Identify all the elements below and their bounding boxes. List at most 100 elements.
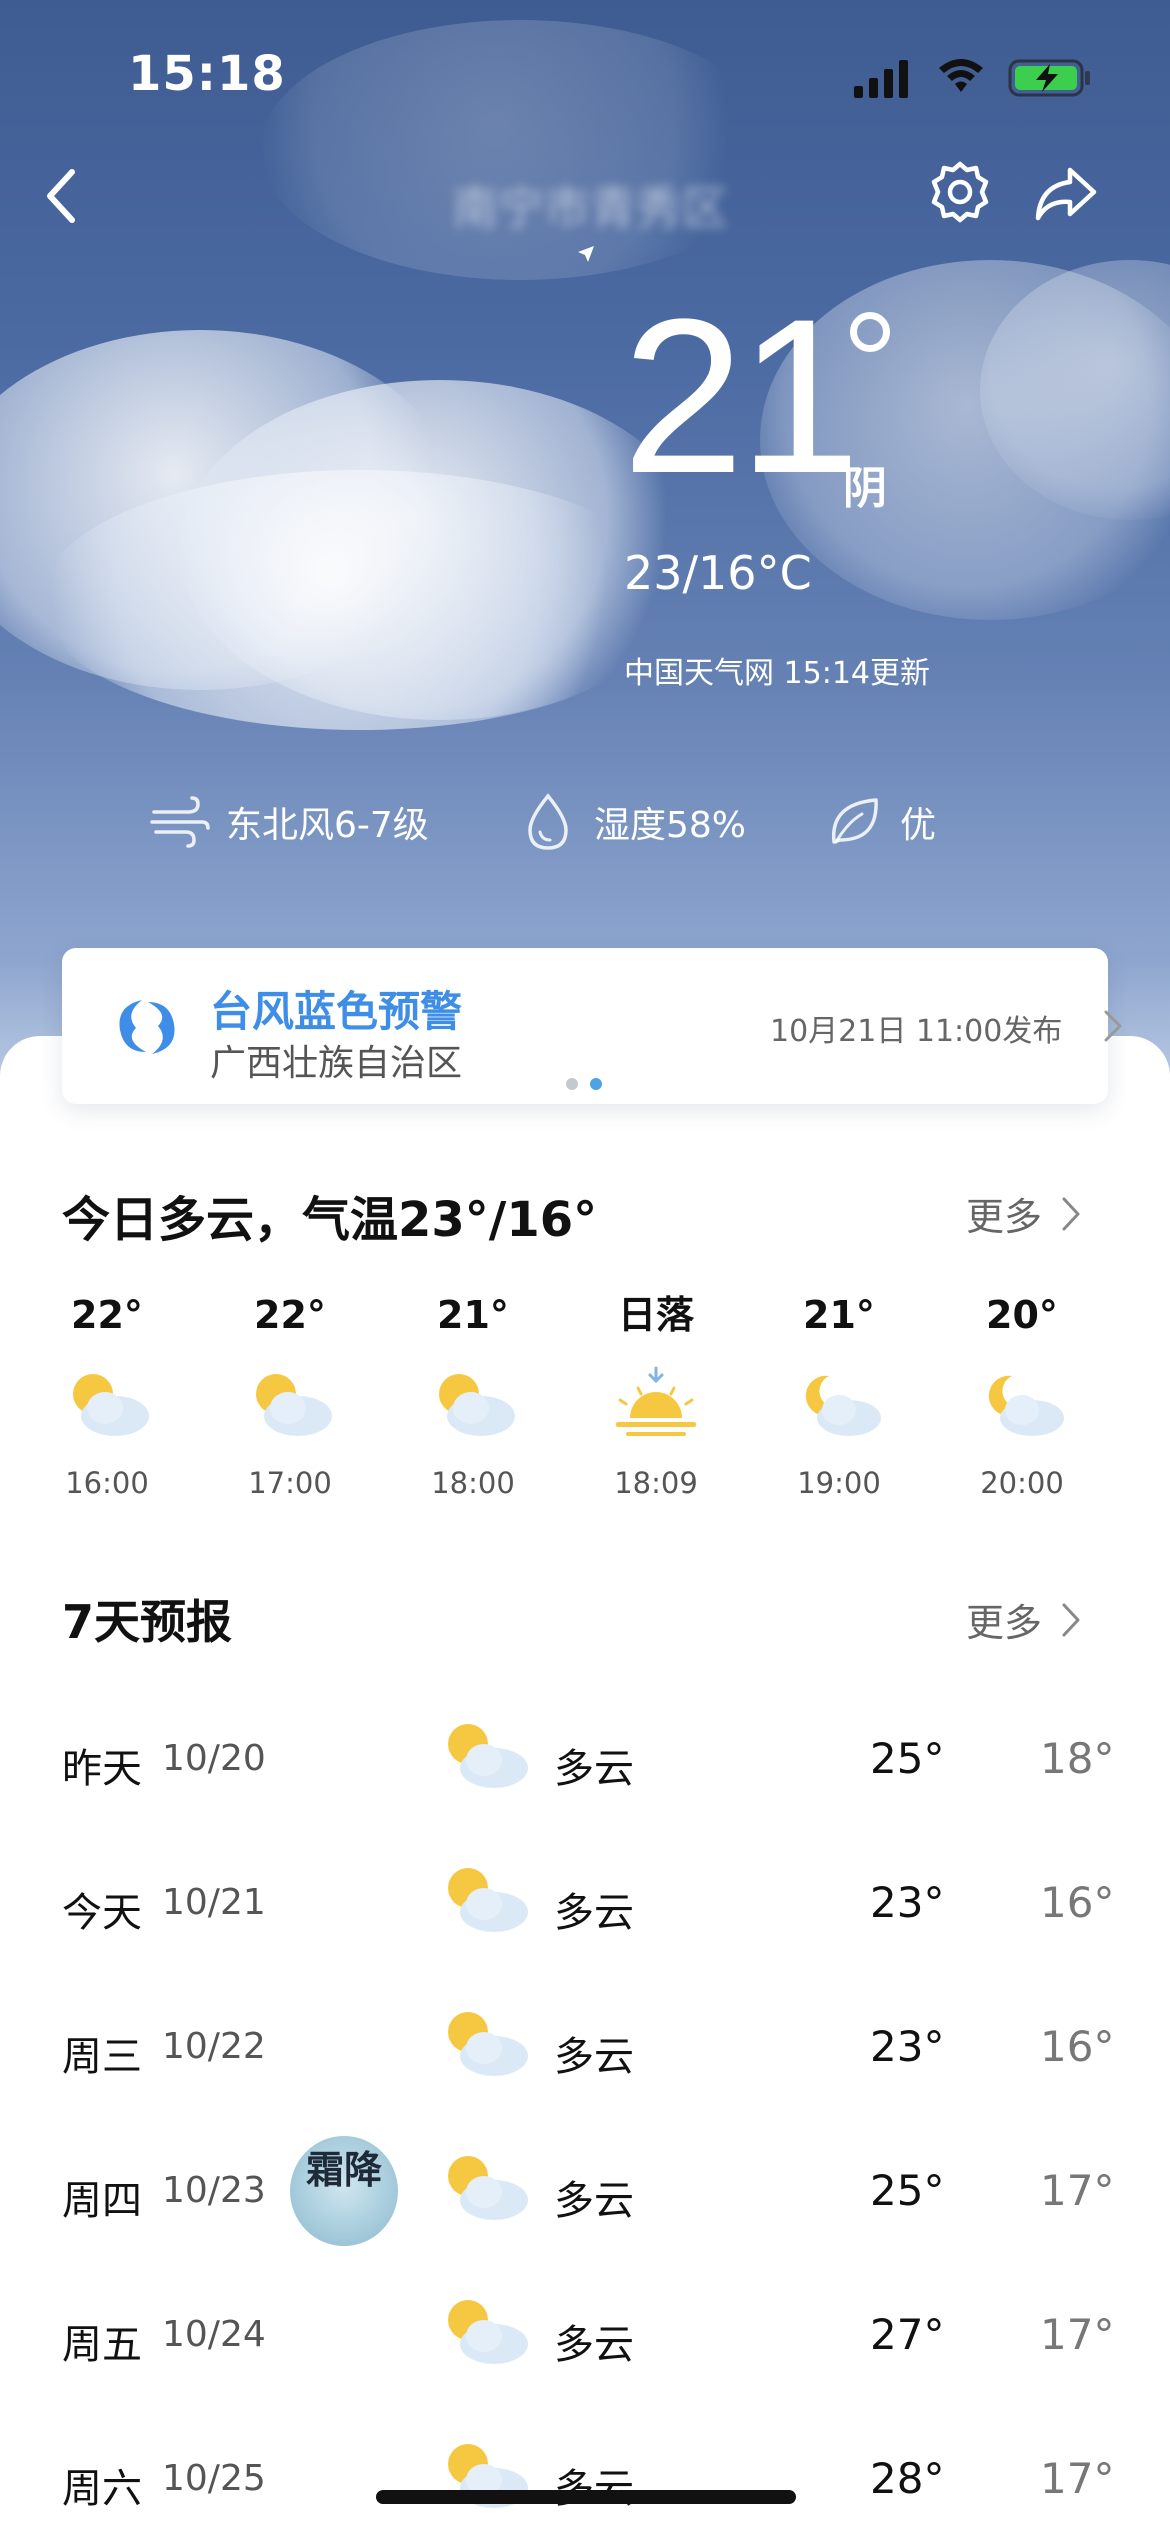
hourly-item: 日落 18:09 — [566, 1290, 746, 1510]
daily-forecast-row[interactable]: 周六 10/25 多云 28° 17° — [0, 2438, 1170, 2528]
day-low: 17° — [1040, 2166, 1115, 2215]
day-high: 23° — [870, 1878, 945, 1927]
day-high: 25° — [870, 1734, 945, 1783]
signal-icon — [854, 60, 908, 98]
status-time: 15:18 — [128, 46, 286, 102]
city-name[interactable]: 南宁市青秀区 — [440, 172, 740, 235]
more-label: 更多 — [966, 1195, 1043, 1239]
hourly-time: 18:00 — [431, 1466, 515, 1500]
wind-label: 东北风6-7级 — [226, 805, 429, 846]
hourly-time: 17:00 — [248, 1466, 332, 1500]
day-name: 今天 — [62, 1890, 142, 1936]
chevron-right-icon — [1062, 1197, 1080, 1230]
current-temperature: 21 — [622, 273, 861, 519]
wind-icon — [150, 796, 210, 848]
partly-cloudy-day-icon — [448, 2300, 528, 2364]
partly-cloudy-night-icon — [988, 1375, 1064, 1436]
alert-time: 10月21日 11:00发布 — [770, 1014, 1063, 1049]
solar-term-text: 霜降 — [305, 2148, 382, 2192]
day-date: 10/25 — [162, 2458, 266, 2499]
day-condition: 多云 — [554, 1746, 634, 1792]
hourly-forecast[interactable]: 22° 16:00 22° 17:00 21° 18:00 日落 18:09 2… — [0, 1290, 1170, 1510]
wifi-icon — [939, 59, 983, 92]
back-icon[interactable] — [36, 160, 88, 232]
day-name: 周五 — [62, 2322, 142, 2368]
hourly-item: 22° 16:00 — [17, 1290, 197, 1510]
current-condition: 阴 — [843, 463, 887, 514]
wind-metric[interactable]: 东北风6-7级 — [148, 790, 429, 854]
day-condition: 多云 — [554, 2034, 634, 2080]
leaf-icon — [831, 798, 878, 844]
hourly-temp: 20° — [986, 1293, 1058, 1337]
typhoon-icon — [119, 1000, 175, 1054]
battery-charging-icon — [1008, 59, 1090, 97]
hourly-time: 19:00 — [797, 1466, 881, 1500]
partly-cloudy-day-icon — [73, 1374, 149, 1436]
day-low: 16° — [1040, 1878, 1115, 1927]
hourly-temp: 日落 — [617, 1293, 694, 1337]
humidity-label: 湿度58% — [594, 805, 747, 846]
update-source: 中国天气网 15:14更新 — [624, 656, 930, 691]
day-high: 28° — [870, 2454, 945, 2503]
pager-dot — [566, 1078, 578, 1090]
hourly-temp: 22° — [254, 1293, 326, 1337]
hourly-item: 22° 17:00 — [200, 1290, 380, 1510]
solar-term-badge[interactable]: 霜降 — [290, 2136, 398, 2246]
partly-cloudy-day-icon — [448, 1724, 528, 1788]
hourly-item: 21° 19:00 — [749, 1290, 929, 1510]
alert-pager — [566, 1078, 606, 1090]
day-name: 周六 — [62, 2466, 142, 2512]
pager-dot-active — [590, 1078, 602, 1090]
today-more-button[interactable]: 更多 — [966, 1186, 1082, 1241]
day-date: 10/20 — [162, 1738, 266, 1779]
day-date: 10/21 — [162, 1882, 266, 1923]
location-icon — [578, 246, 594, 262]
daily-forecast-row[interactable]: 周五 10/24 多云 27° 17° — [0, 2294, 1170, 2384]
cloud-decoration — [40, 470, 680, 730]
hourly-item: 20° 20:00 — [932, 1290, 1112, 1510]
alert-region: 广西壮族自治区 — [210, 1043, 463, 1084]
share-icon[interactable] — [1032, 164, 1100, 224]
day-date: 10/22 — [162, 2026, 266, 2067]
settings-icon[interactable] — [928, 160, 992, 224]
partly-cloudy-day-icon — [448, 2156, 528, 2220]
hourly-time: 16:00 — [65, 1466, 149, 1500]
chevron-right-icon — [1104, 1010, 1122, 1042]
sunset-icon — [616, 1366, 696, 1436]
air-quality-metric[interactable]: 优 — [822, 790, 936, 854]
chevron-right-icon — [1062, 1603, 1080, 1636]
partly-cloudy-day-icon — [448, 1868, 528, 1932]
hourly-item: 21° 18:00 — [383, 1290, 563, 1510]
daily-forecast-row[interactable]: 昨天 10/20 多云 25° 18° — [0, 1718, 1170, 1808]
partly-cloudy-night-icon — [805, 1375, 881, 1436]
home-indicator[interactable] — [376, 2490, 796, 2504]
day-low: 17° — [1040, 2454, 1115, 2503]
partly-cloudy-day-icon — [439, 1374, 515, 1436]
day-name: 周三 — [62, 2034, 142, 2080]
degree-icon — [850, 312, 890, 352]
daily-forecast-row[interactable]: 周三 10/22 多云 23° 16° — [0, 2006, 1170, 2096]
week-forecast-title: 7天预报 — [62, 1595, 233, 1649]
hourly-time: 18:09 — [614, 1466, 698, 1500]
day-name: 周四 — [62, 2178, 142, 2224]
week-more-button[interactable]: 更多 — [966, 1592, 1082, 1647]
daily-forecast-row[interactable]: 周四 10/23 多云 25° 17° — [0, 2150, 1170, 2240]
day-low: 16° — [1040, 2022, 1115, 2071]
today-summary-title: 今日多云，气温23°/16° — [62, 1192, 598, 1248]
day-date: 10/24 — [162, 2314, 266, 2355]
weather-screen: 15:18 南宁市青秀区 21 阴 23/16°C 中国天气网 15:14更新 … — [0, 0, 1170, 2532]
day-name: 昨天 — [62, 1746, 142, 1792]
humidity-drop-icon — [528, 793, 568, 850]
status-bar: 15:18 — [0, 0, 1170, 150]
day-condition: 多云 — [554, 2466, 634, 2512]
more-label: 更多 — [966, 1601, 1043, 1645]
daily-forecast-row[interactable]: 今天 10/21 多云 23° 16° — [0, 1862, 1170, 1952]
humidity-metric[interactable]: 湿度58% — [516, 790, 746, 854]
partly-cloudy-day-icon — [256, 1374, 332, 1436]
day-high: 27° — [870, 2310, 945, 2359]
day-low: 17° — [1040, 2310, 1115, 2359]
hourly-temp: 22° — [71, 1293, 143, 1337]
day-date: 10/23 — [162, 2170, 266, 2211]
temperature-range: 23/16°C — [624, 546, 812, 600]
day-condition: 多云 — [554, 2178, 634, 2224]
